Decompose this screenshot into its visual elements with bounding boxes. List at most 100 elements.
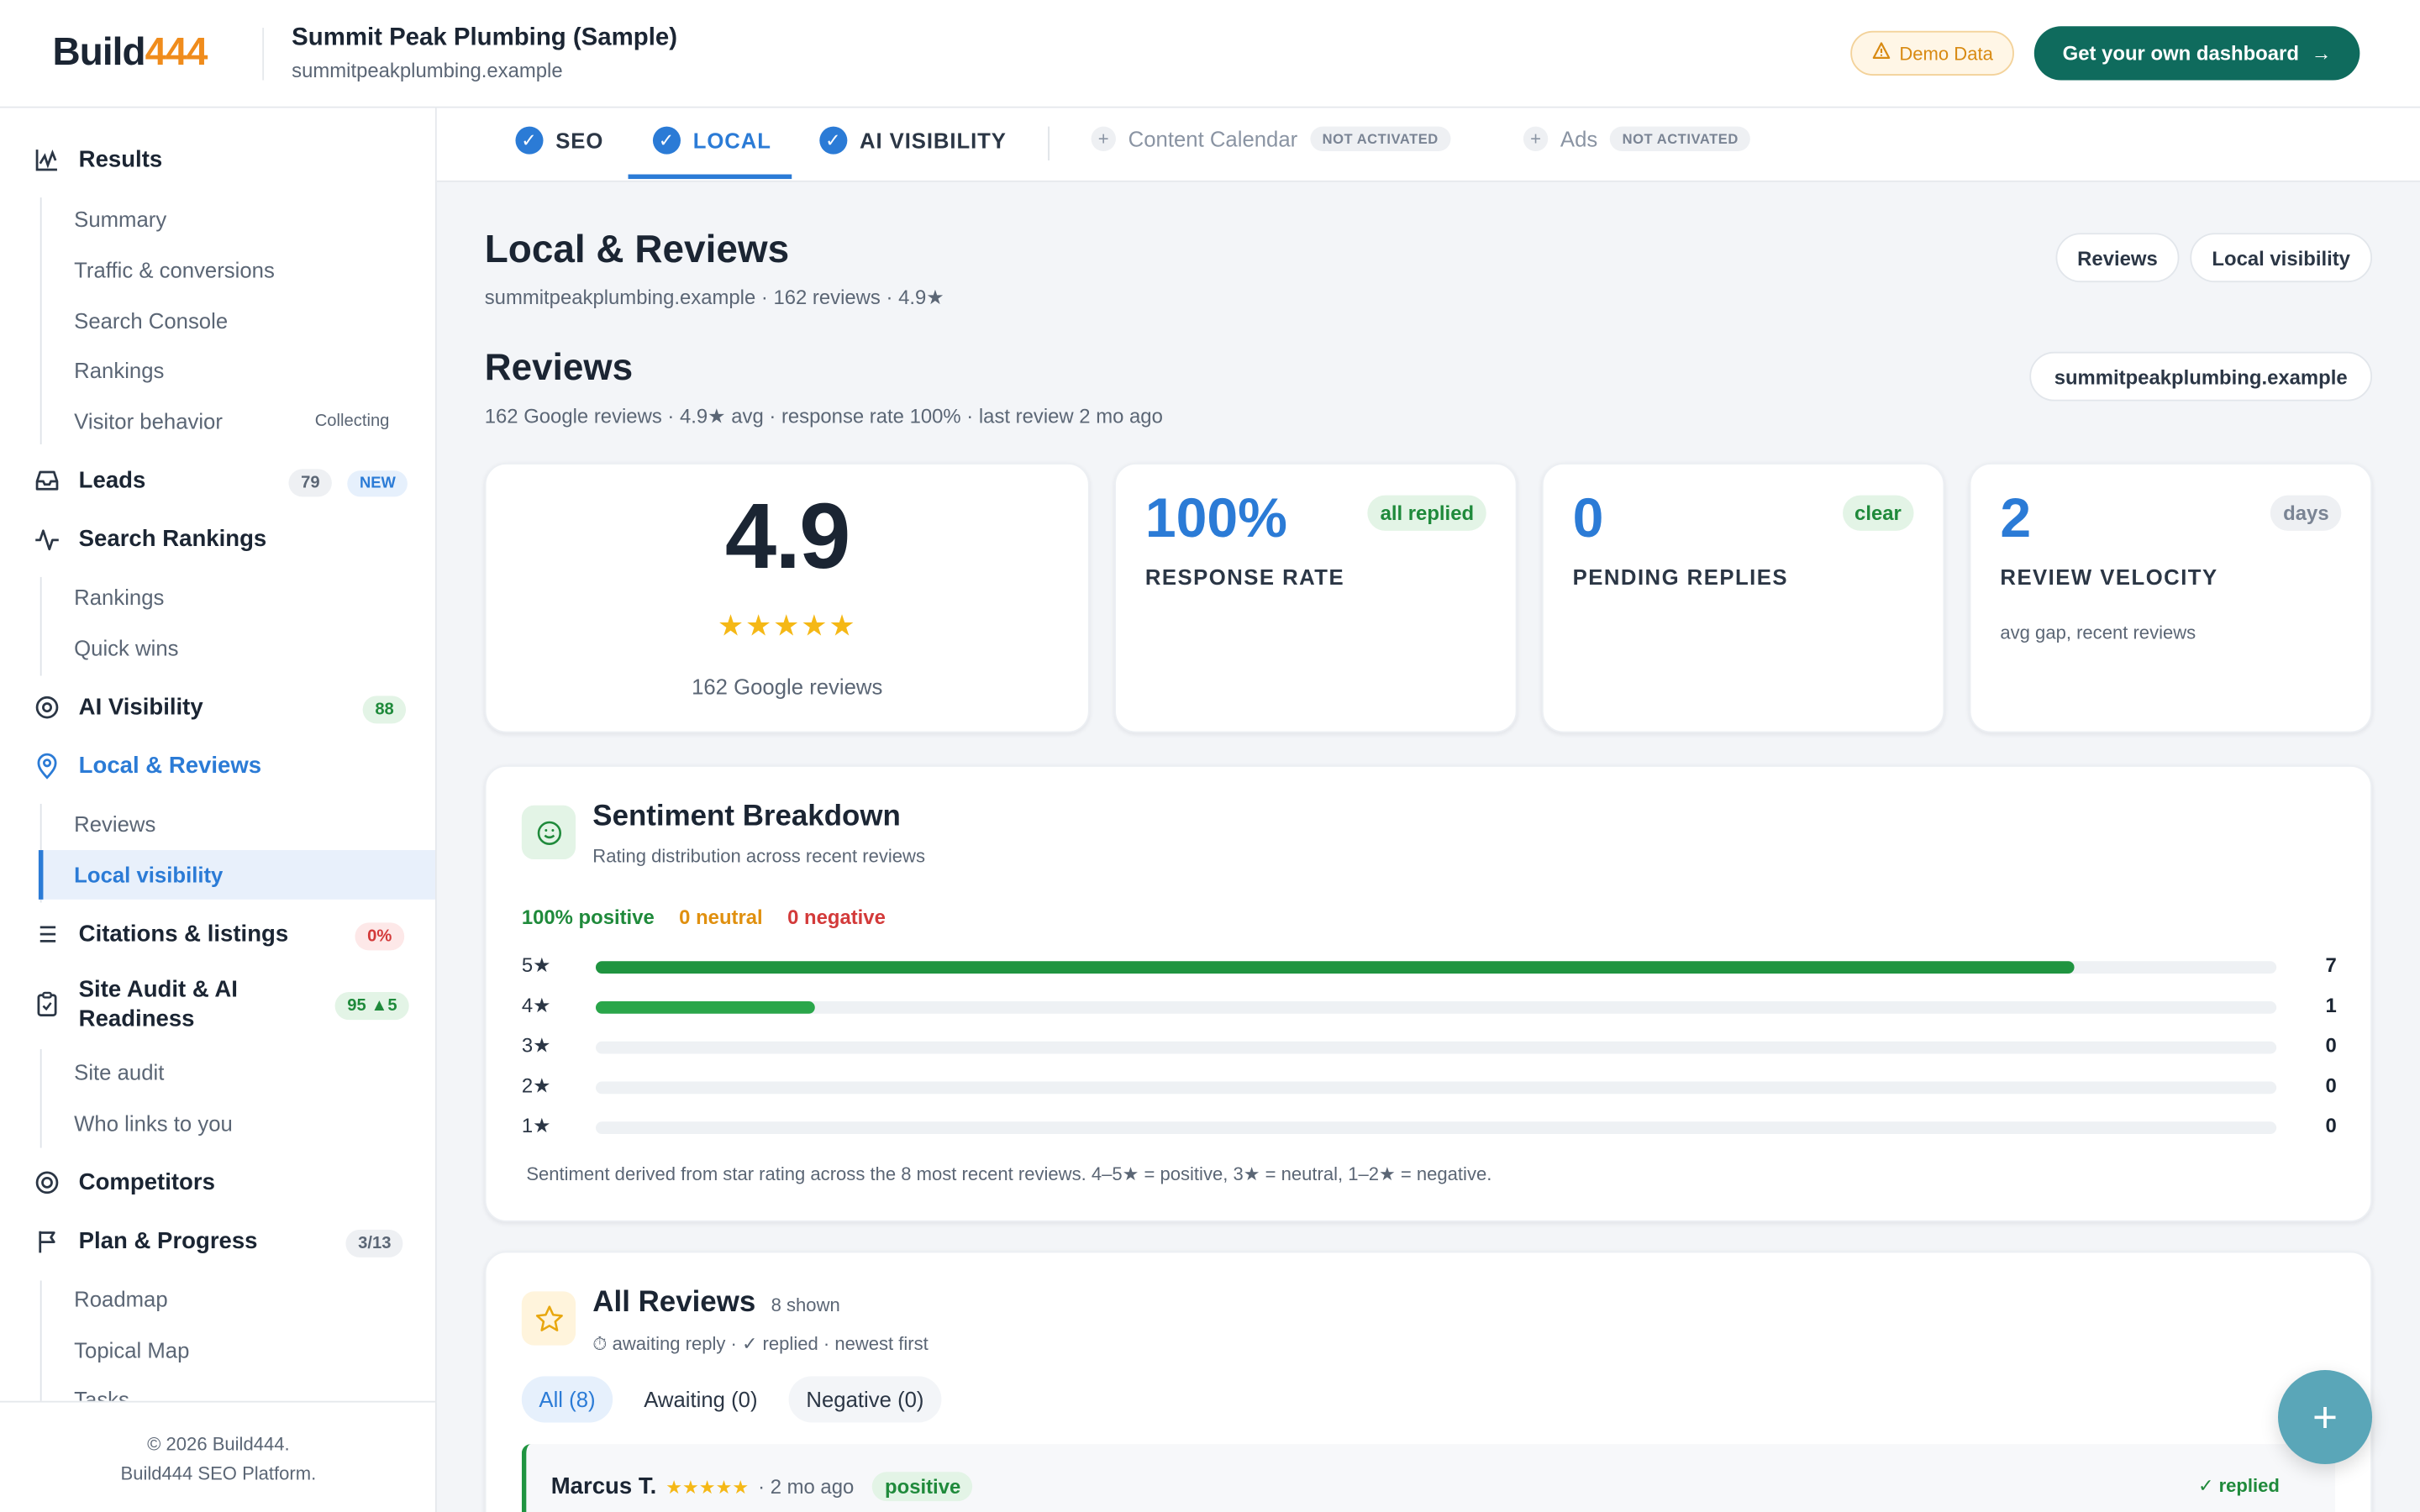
inbox-icon: [34, 468, 60, 494]
reviews-jump-chip[interactable]: Reviews: [2055, 233, 2180, 283]
rating-bar-fill: [595, 961, 2075, 974]
filter-negative[interactable]: Negative (0): [788, 1376, 942, 1423]
rating-bar-label: 5★: [521, 953, 551, 977]
sidebar: Results Summary Traffic & conversions Se…: [0, 108, 437, 1512]
rating-bar-track: [595, 1001, 2277, 1014]
header-divider: [262, 28, 265, 81]
check-icon: ✓: [819, 126, 848, 155]
sidebar-item-rankings[interactable]: Rankings: [74, 358, 164, 382]
rating-bar-row: 4★ 1: [522, 994, 2337, 1018]
check-icon: ✓: [515, 126, 544, 155]
rating-bar-count: 0: [2325, 1074, 2337, 1097]
rating-bar-row: 2★ 0: [522, 1074, 2337, 1098]
domain-chip[interactable]: summitpeakplumbing.example: [2029, 351, 2373, 402]
shown-count: 8 shown: [771, 1294, 840, 1316]
collecting-status: Collecting: [314, 412, 390, 431]
rating-bar-label: 1★: [521, 1114, 551, 1137]
sidebar-section-plan[interactable]: Plan & Progress: [34, 1228, 258, 1254]
positive-summary: 100% positive: [521, 906, 655, 929]
rating-bar-track: [595, 1041, 2277, 1054]
logo[interactable]: Build444: [52, 31, 208, 76]
nav-rail: [39, 1048, 42, 1148]
site-url: summitpeakplumbing.example: [292, 58, 563, 82]
sidebar-item-visitor-behavior[interactable]: Visitor behavior: [74, 409, 223, 433]
pending-replies-value: 0: [1572, 486, 1604, 549]
clipboard-icon: [34, 990, 60, 1016]
sidebar-footer: © 2026 Build444. Build444 SEO Platform.: [0, 1400, 435, 1512]
review-count: 162 Google reviews: [692, 674, 883, 700]
tab-seo[interactable]: ✓ SEO: [515, 126, 603, 155]
top-header: Build444 Summit Peak Plumbing (Sample) s…: [0, 0, 2420, 108]
add-fab-button[interactable]: +: [2278, 1370, 2373, 1465]
map-pin-icon: [34, 753, 60, 780]
sidebar-section-site-audit[interactable]: Site Audit & AI Readiness: [34, 975, 238, 1034]
sidebar-section-leads[interactable]: Leads: [34, 468, 145, 494]
average-rating: 4.9: [724, 484, 851, 588]
sidebar-item-site-audit[interactable]: Site audit: [74, 1060, 164, 1084]
rating-bar-row: 3★ 0: [522, 1034, 2337, 1058]
plus-icon: +: [1091, 126, 1116, 151]
clear-badge: clear: [1842, 495, 1914, 531]
smile-icon: [521, 805, 576, 860]
filter-all[interactable]: All (8): [521, 1376, 613, 1423]
tab-content-calendar[interactable]: + Content Calendar NOT ACTIVATED: [1091, 126, 1451, 151]
filter-awaiting[interactable]: Awaiting (0): [627, 1376, 775, 1422]
replied-status: ✓ replied: [2197, 1474, 2280, 1497]
target-icon: [34, 695, 60, 721]
sidebar-item-roadmap[interactable]: Roadmap: [74, 1287, 167, 1311]
not-activated-badge: NOT ACTIVATED: [1609, 126, 1751, 151]
new-badge: NEW: [347, 470, 408, 497]
rating-bar-track: [595, 1121, 2277, 1134]
sidebar-section-ai-visibility[interactable]: AI Visibility: [34, 695, 203, 721]
review-item[interactable]: Marcus T. ★★★★★ · 2 mo ago positive ✓ re…: [521, 1444, 2335, 1512]
demo-data-badge: Demo Data: [1850, 30, 2014, 76]
not-activated-badge: NOT ACTIVATED: [1309, 126, 1451, 151]
rating-bar-count: 1: [2325, 993, 2337, 1017]
sidebar-item-rankings-2[interactable]: Rankings: [74, 585, 164, 609]
pending-replies-label: PENDING REPLIES: [1572, 564, 1789, 590]
sentiment-card: Sentiment Breakdown Rating distribution …: [484, 765, 2373, 1222]
rating-stars: ★★★★★: [717, 611, 857, 643]
arrow-right-icon: →: [2311, 41, 2332, 66]
tab-local[interactable]: ✓ LOCAL: [652, 126, 771, 155]
page-subtitle: summitpeakplumbing.example · 162 reviews…: [484, 285, 944, 309]
active-tab-indicator: [628, 174, 792, 180]
reviews-heading: Reviews: [484, 347, 634, 389]
sentiment-title: Sentiment Breakdown: [592, 801, 901, 833]
sidebar-section-search-rankings[interactable]: Search Rankings: [34, 526, 266, 553]
sentiment-subtitle: Rating distribution across recent review…: [592, 845, 926, 868]
star-icon: [521, 1291, 576, 1346]
tab-ai-visibility[interactable]: ✓ AI VISIBILITY: [819, 126, 1007, 155]
velocity-note: avg gap, recent reviews: [2000, 622, 2196, 643]
leads-count-badge: 79: [288, 469, 333, 497]
pulse-icon: [34, 526, 60, 552]
neutral-summary: 0 neutral: [679, 906, 763, 929]
all-reviews-title: All Reviews 8 shown: [592, 1286, 840, 1320]
all-reviews-card: All Reviews 8 shown ⏱ awaiting reply · ✓ …: [484, 1251, 2373, 1512]
list-icon: [34, 921, 60, 948]
sidebar-section-local-reviews[interactable]: Local & Reviews: [34, 753, 261, 780]
sidebar-item-backlinks[interactable]: Who links to you: [74, 1110, 233, 1135]
pending-replies-card: 0 PENDING REPLIES clear: [1541, 463, 1945, 733]
tab-ads[interactable]: + Ads NOT ACTIVATED: [1523, 126, 1751, 151]
sidebar-item-traffic[interactable]: Traffic & conversions: [74, 258, 275, 282]
sidebar-item-reviews[interactable]: Reviews: [74, 811, 155, 836]
sidebar-section-results[interactable]: Results: [34, 146, 162, 173]
response-rate-card: 100% RESPONSE RATE all replied: [1114, 463, 1518, 733]
competitors-icon: [34, 1169, 60, 1195]
sidebar-item-local-visibility[interactable]: Local visibility: [74, 863, 223, 887]
sidebar-item-summary[interactable]: Summary: [74, 207, 166, 231]
ai-score-badge: 88: [362, 696, 407, 724]
nav-rail: [39, 197, 42, 444]
sidebar-item-search-console[interactable]: Search Console: [74, 308, 228, 333]
sidebar-item-topical-map[interactable]: Topical Map: [74, 1337, 189, 1362]
sidebar-item-quick-wins[interactable]: Quick wins: [74, 636, 178, 660]
tab-separator: [1048, 126, 1050, 161]
get-dashboard-button[interactable]: Get your own dashboard →: [2033, 26, 2360, 81]
review-velocity-card: 2 REVIEW VELOCITY days avg gap, recent r…: [1969, 463, 2373, 733]
sidebar-section-citations[interactable]: Citations & listings: [34, 921, 288, 948]
check-icon: ✓: [652, 126, 681, 155]
sidebar-section-competitors[interactable]: Competitors: [34, 1169, 215, 1195]
local-visibility-jump-chip[interactable]: Local visibility: [2190, 233, 2373, 283]
plan-progress-badge: 3/13: [345, 1229, 404, 1257]
